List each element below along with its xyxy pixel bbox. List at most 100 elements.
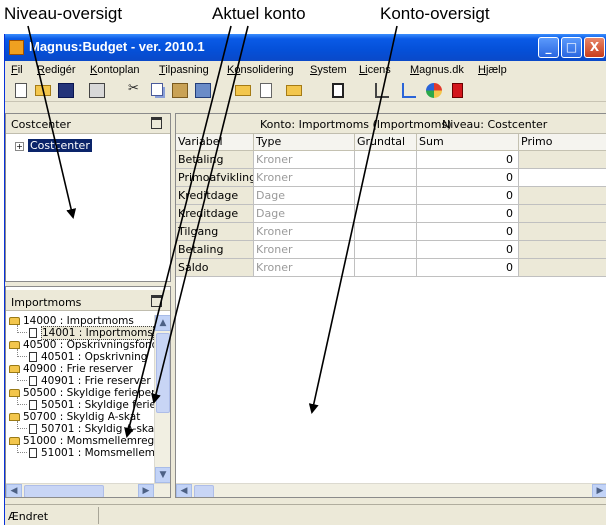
paste-icon[interactable] [172,83,188,98]
menu-fil[interactable]: Fil [11,64,23,76]
grundtal-cell[interactable] [355,241,417,259]
menu-rediger[interactable]: Redigér [37,64,76,76]
grundtal-cell[interactable] [355,223,417,241]
minimize-button[interactable]: _ [538,37,559,58]
sum-cell[interactable]: 0 [417,151,519,169]
save-icon[interactable] [58,83,74,98]
primo-cell[interactable] [519,223,606,241]
level-panel-title: Costcenter [11,118,71,131]
primo-cell[interactable] [519,205,606,223]
tree-node-label[interactable]: Costcenter [28,139,92,152]
main-horizontal-scrollbar[interactable]: ◀ ▶ [176,483,606,497]
grundtal-cell[interactable] [355,169,417,187]
scroll-thumb[interactable] [194,485,214,497]
expand-icon[interactable]: + [15,141,24,151]
cut-icon[interactable]: ✂ [128,81,144,96]
sum-cell[interactable]: 0 [417,259,519,277]
scroll-right-icon[interactable]: ▶ [592,484,606,497]
account-group[interactable]: 50500 : Skyldige feriepenge [9,387,154,399]
column-header-grundtal[interactable]: Grundtal [355,134,417,151]
book-icon[interactable] [332,83,344,98]
pin-icon[interactable] [151,295,162,307]
scroll-left-icon[interactable]: ◀ [176,484,192,497]
type-cell[interactable]: Kroner [254,223,355,241]
account-item[interactable]: 50501 : Skyldige feriepenge [9,397,154,411]
primo-cell[interactable] [519,241,606,259]
account-item[interactable]: 40501 : Opskrivning [9,349,154,363]
type-cell[interactable]: Dage [254,187,355,205]
edit-folder-icon[interactable] [286,85,302,96]
menu-tilpasning[interactable]: Tilpasning [159,64,209,76]
copy-icon[interactable] [151,83,163,96]
scroll-thumb[interactable] [24,485,104,497]
menu-magnus-dk[interactable]: Magnus.dk [410,64,464,76]
print-icon[interactable] [89,83,105,98]
sum-cell[interactable]: 0 [417,169,519,187]
stop-icon[interactable] [452,83,463,98]
sum-cell[interactable]: 0 [417,223,519,241]
column-header-sum[interactable]: Sum [417,134,519,151]
account-group[interactable]: 51000 : Momsmellemregning [9,435,154,447]
primo-cell[interactable] [519,187,606,205]
account-item[interactable]: 14001 : Importmoms [9,325,154,340]
primo-cell[interactable] [519,259,606,277]
column-header-type[interactable]: Type [254,134,355,151]
menu-system[interactable]: System [310,64,347,76]
account-item[interactable]: 40901 : Frie reserver [9,373,154,387]
type-cell[interactable]: Kroner [254,151,355,169]
grundtal-cell[interactable] [355,259,417,277]
tree-icon[interactable] [375,83,389,98]
account-group[interactable]: 40900 : Frie reserver [9,363,154,375]
column-header-variabel[interactable]: Variabel [176,134,254,151]
menu-konsolidering[interactable]: Konsolidering [227,64,294,76]
type-cell[interactable]: Kroner [254,259,355,277]
grundtal-cell[interactable] [355,187,417,205]
new-document-icon[interactable] [260,83,272,98]
grundtal-cell[interactable] [355,151,417,169]
folder-icon [9,437,20,445]
account-group[interactable]: 40500 : Opskrivningsfond [9,339,154,351]
tree-node-costcenter[interactable]: + Costcenter [15,139,92,152]
new-icon[interactable] [15,83,27,98]
scroll-right-icon[interactable]: ▶ [138,484,154,497]
account-item[interactable]: 50701 : Skyldig A-skat [9,421,154,435]
column-header-primo[interactable]: Primo [519,134,606,151]
type-cell[interactable]: Dage [254,205,355,223]
title-bar[interactable]: Magnus:Budget - ver. 2010.1 _ □ X [5,34,606,61]
account-item[interactable]: 51001 : Momsmellemregning [9,445,154,459]
menu-licens[interactable]: Licens [359,64,391,76]
sum-cell[interactable]: 0 [417,187,519,205]
scroll-up-icon[interactable]: ▲ [155,315,170,331]
new-folder-icon[interactable] [235,85,251,96]
pin-icon[interactable] [151,117,162,129]
primo-cell[interactable] [519,151,606,169]
type-cell[interactable]: Kroner [254,169,355,187]
variable-cell[interactable]: Kreditdage [176,205,254,223]
variable-cell[interactable]: Saldo [176,259,254,277]
scroll-thumb[interactable] [156,333,170,413]
scroll-down-icon[interactable]: ▼ [155,467,170,483]
grundtal-cell[interactable] [355,205,417,223]
sum-cell[interactable]: 0 [417,205,519,223]
close-button[interactable]: X [584,37,605,58]
account-horizontal-scrollbar[interactable]: ◀ ▶ [6,483,170,497]
account-group[interactable]: 50700 : Skyldig A-skat [9,411,154,423]
maximize-button[interactable]: □ [561,37,582,58]
grid-icon[interactable] [195,83,211,98]
primo-cell[interactable] [519,169,606,187]
variable-cell[interactable]: Primoafvikling [176,169,254,187]
folder-icon [9,341,20,349]
menu-kontoplan[interactable]: Kontoplan [90,64,140,76]
variable-cell[interactable]: Betaling [176,151,254,169]
menu-hjaelp[interactable]: Hjælp [478,64,507,76]
chart-icon[interactable] [402,83,416,98]
sum-cell[interactable]: 0 [417,241,519,259]
variable-cell[interactable]: Tilgang [176,223,254,241]
account-vertical-scrollbar[interactable]: ▲ ▼ [154,315,170,483]
variable-cell[interactable]: Kreditdage [176,187,254,205]
help-icon[interactable] [426,83,442,98]
variable-cell[interactable]: Betaling [176,241,254,259]
type-cell[interactable]: Kroner [254,241,355,259]
open-icon[interactable] [35,85,51,96]
scroll-left-icon[interactable]: ◀ [6,484,22,497]
